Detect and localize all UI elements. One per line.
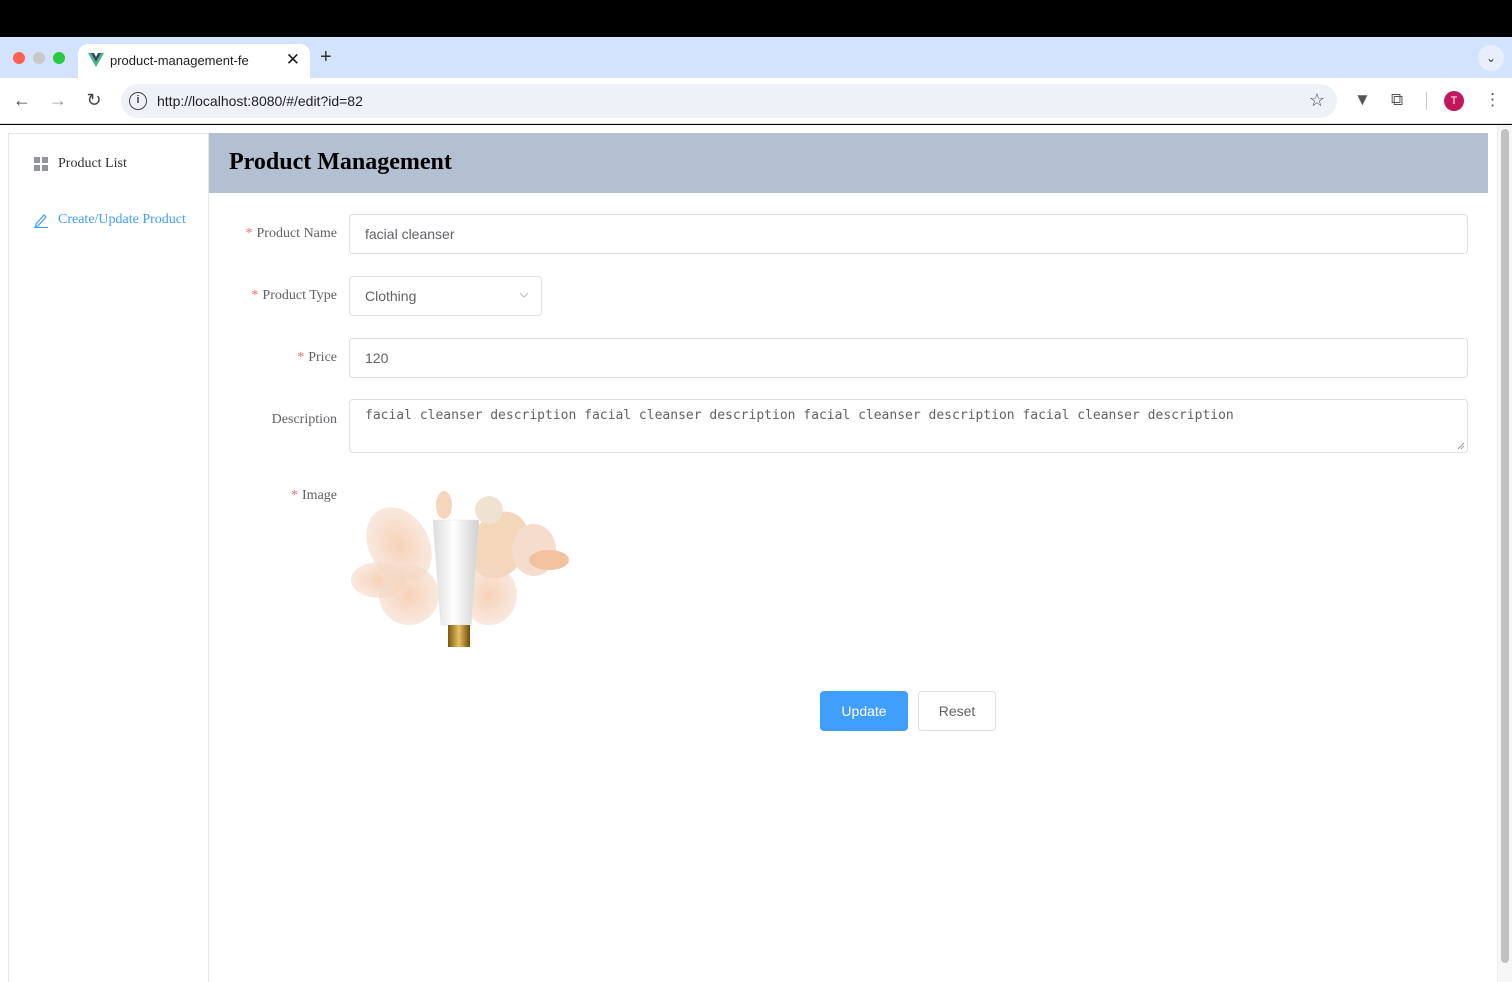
product-type-select[interactable]: Clothing (349, 276, 542, 316)
product-name-input[interactable]: facial cleanser (349, 214, 1468, 254)
toolbar-divider (1426, 92, 1427, 110)
page-header: Product Management (209, 133, 1488, 193)
window-minimize-button[interactable] (33, 52, 45, 64)
sidebar-menu: Product List Create/Update Product (8, 133, 209, 982)
tab-title: product-management-fe (110, 53, 249, 68)
page-title: Product Management (229, 149, 452, 175)
vue-devtools-icon[interactable]: ▼ (1354, 90, 1371, 110)
address-bar[interactable]: i http://localhost:8080/#/edit?id=82 ☆ (121, 84, 1337, 118)
description-textarea[interactable]: facial cleanser description facial clean… (349, 399, 1468, 453)
edit-icon (34, 214, 48, 228)
chevron-down-icon (519, 292, 529, 298)
page-scrollbar[interactable] (1497, 125, 1512, 982)
forward-arrow-icon[interactable]: → (46, 88, 70, 112)
window-maximize-button[interactable] (53, 52, 65, 64)
tab-search-chevron-icon[interactable]: ⌄ (1478, 45, 1504, 71)
page-viewport: Product List Create/Update Product Produ… (0, 125, 1512, 982)
browser-menu-icon[interactable]: ⋮ (1484, 90, 1501, 110)
window-close-button[interactable] (13, 52, 25, 64)
reload-icon[interactable]: ↻ (82, 88, 106, 112)
profile-avatar[interactable]: T (1444, 91, 1464, 111)
product-type-value: Clothing (365, 288, 417, 304)
product-image[interactable] (349, 485, 571, 650)
bookmark-star-icon[interactable]: ☆ (1309, 90, 1325, 111)
tab-close-icon[interactable]: ✕ (286, 50, 300, 70)
product-type-label: * Product Type (251, 288, 337, 303)
new-tab-button[interactable]: + (320, 45, 332, 69)
browser-tab[interactable]: product-management-fe ✕ (78, 44, 310, 78)
image-label: * Image (291, 488, 337, 503)
sidebar-item-label: Create/Update Product (58, 212, 186, 227)
system-top-bar (0, 0, 1512, 37)
reset-button[interactable]: Reset (918, 691, 996, 731)
scrollbar-thumb[interactable] (1501, 129, 1509, 963)
browser-tab-strip: product-management-fe ✕ + ⌄ (0, 37, 1512, 78)
price-label: * Price (297, 350, 337, 365)
description-text: facial cleanser description facial clean… (365, 408, 1234, 423)
site-info-icon[interactable]: i (129, 92, 147, 110)
update-button[interactable]: Update (820, 691, 908, 731)
back-arrow-icon[interactable]: ← (10, 88, 34, 112)
price-input[interactable]: 120 (349, 338, 1468, 378)
browser-toolbar: ← → ↻ i http://localhost:8080/#/edit?id=… (0, 78, 1512, 124)
required-mark: * (297, 350, 305, 365)
required-mark: * (251, 288, 259, 303)
sidebar-item-label: Product List (58, 156, 127, 171)
product-name-label: * Product Name (245, 226, 337, 241)
main-content: Product Management * Product Name facial … (209, 133, 1488, 982)
required-mark: * (245, 226, 253, 241)
address-url[interactable]: http://localhost:8080/#/edit?id=82 (157, 93, 363, 109)
description-label: Description (271, 412, 337, 427)
extensions-puzzle-icon[interactable]: ⧉ (1391, 90, 1403, 110)
vue-logo-icon (88, 53, 104, 67)
resize-grip-icon[interactable] (1457, 442, 1465, 450)
required-mark: * (291, 488, 299, 503)
grid-icon (34, 157, 48, 171)
